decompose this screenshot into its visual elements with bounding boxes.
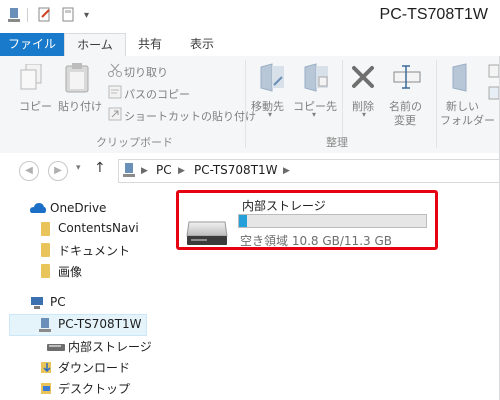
computer-icon[interactable] [8,7,22,23]
up-arrow-icon[interactable]: ↑ [94,160,106,176]
drive-free-space: 空き領域 10.8 GB/11.3 GB [240,234,392,248]
tab-file[interactable]: ファイル [0,33,64,56]
computer-icon [122,162,136,181]
new-folder-icon [450,63,472,96]
window-title: PC-TS708T1W [379,6,488,23]
drive-icon [185,214,229,251]
recent-locations-icon[interactable]: ▾ [76,163,81,173]
copy-icon [20,63,44,95]
onedrive-icon [30,202,46,217]
breadcrumb-pc[interactable]: PC [156,163,172,177]
breadcrumb-separator-icon[interactable]: ▶ [283,166,290,176]
nav-item-pictures[interactable]: 画像 [58,263,82,280]
scissors-icon [108,63,122,80]
clipboard-group-label: クリップボード [96,136,173,149]
copy-button[interactable]: コピー [19,98,52,114]
paste-shortcut-button[interactable]: ショートカットの貼り付け [124,108,256,124]
move-to-icon [258,63,286,96]
folder-icon [41,243,50,257]
copy-to-icon [302,63,330,96]
forward-button[interactable]: ▶ [48,161,68,181]
drive-name: 内部ストレージ [242,199,326,213]
tab-view[interactable]: 表示 [180,33,224,56]
download-folder-icon [40,360,54,377]
copy-path-button[interactable]: パスのコピー [124,86,190,102]
organize-group-label: 整理 [326,136,348,149]
copy-to-dropdown-icon[interactable]: ▾ [312,110,316,119]
new-folder-button-line2[interactable]: フォルダー [440,112,495,128]
navigation-pane-scrollbar[interactable] [152,188,160,400]
paste-button[interactable]: 貼り付け [58,98,102,114]
folder-icon [41,222,50,236]
back-button[interactable]: ◀ [19,161,39,181]
pc-icon [30,296,44,313]
device-icon [38,317,52,336]
properties-icon[interactable] [38,7,52,23]
breadcrumb-separator-icon[interactable]: ▶ [178,166,185,176]
nav-item-onedrive[interactable]: OneDrive [50,201,106,215]
move-to-dropdown-icon[interactable]: ▾ [268,110,272,119]
new-folder-qa-icon[interactable] [62,7,76,23]
qa-dropdown-icon[interactable]: ▾ [84,10,89,21]
ribbon-separator [245,60,246,148]
nav-item-documents[interactable]: ドキュメント [58,242,130,259]
rename-icon [392,64,422,93]
delete-dropdown-icon[interactable]: ▾ [362,110,366,119]
folder-icon [41,264,50,278]
qa-separator [27,8,28,22]
desktop-folder-icon [40,381,54,398]
drive-usage-fill [239,215,247,227]
drive-usage-bar [238,214,427,228]
ribbon-separator [436,60,437,148]
nav-item-desktop[interactable]: デスクトップ [58,380,130,397]
paste-shortcut-icon [108,107,122,124]
copy-path-icon [108,85,122,102]
delete-icon [350,64,376,93]
nav-item-pc[interactable]: PC [50,295,66,309]
nav-item-contentsnavi[interactable]: ContentsNavi [58,221,139,235]
tab-home[interactable]: ホーム [64,33,126,57]
paste-icon [64,62,92,97]
breadcrumb-device[interactable]: PC-TS708T1W [194,163,278,177]
rename-button-line2[interactable]: 変更 [394,112,416,128]
cut-button[interactable]: 切り取り [124,64,168,80]
address-bar[interactable] [118,159,500,183]
breadcrumb-separator-icon[interactable]: ▶ [141,166,148,176]
nav-item-downloads[interactable]: ダウンロード [58,359,130,376]
tab-share[interactable]: 共有 [130,33,170,56]
drive-small-icon [46,341,66,355]
nav-item-internal-storage[interactable]: 内部ストレージ [68,338,152,355]
nav-item-device[interactable]: PC-TS708T1W [58,317,142,331]
